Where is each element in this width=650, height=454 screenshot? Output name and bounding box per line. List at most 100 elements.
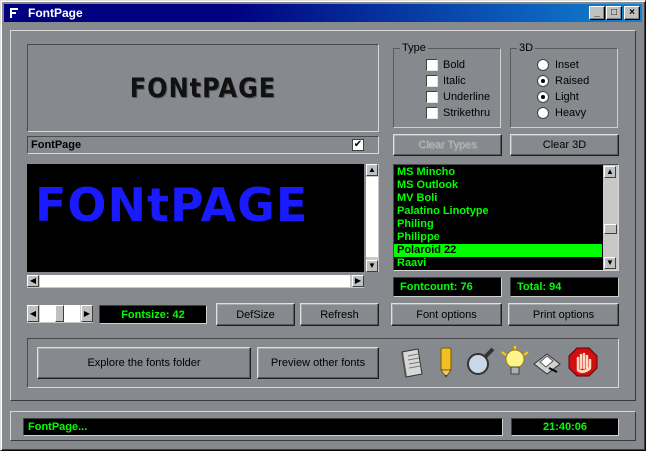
window-title: FontPage xyxy=(28,6,83,20)
list-item[interactable]: MS Outlook xyxy=(394,179,602,192)
3d-group-legend: 3D xyxy=(517,42,536,54)
list-item-selected[interactable]: Polaroid 22 xyxy=(394,244,602,257)
print-options-label: Print options xyxy=(532,308,595,321)
clear-types-button[interactable]: Clear Types xyxy=(393,134,502,156)
refresh-button[interactable]: Refresh xyxy=(300,303,379,326)
magnifier-icon[interactable] xyxy=(464,346,496,380)
total-display: Total: 94 xyxy=(510,277,619,297)
checkbox-box[interactable] xyxy=(426,75,438,87)
large-preview-text: FONtPAGE xyxy=(35,178,309,232)
refresh-label: Refresh xyxy=(320,308,359,321)
scroll-left-icon[interactable]: ◀ xyxy=(27,275,39,287)
fontsize-slider[interactable]: ◀ ▶ xyxy=(27,305,93,323)
explore-fonts-button[interactable]: Explore the fonts folder xyxy=(37,347,251,379)
status-message: FontPage... xyxy=(23,418,503,436)
light-radio[interactable]: Light xyxy=(537,91,579,103)
radio-dot[interactable] xyxy=(537,59,549,71)
italic-checkbox[interactable]: Italic xyxy=(426,75,466,87)
scroll-up-icon[interactable]: ▲ xyxy=(604,166,616,178)
large-preview: FONtPAGE xyxy=(27,164,364,272)
app-window: FontPage _ □ × FONtPAGE FontPage ✔ FONtP… xyxy=(0,0,646,451)
checkbox-box[interactable] xyxy=(426,107,438,119)
font-options-label: Font options xyxy=(416,308,477,321)
minimize-button[interactable]: _ xyxy=(589,6,605,20)
fontsize-text: Fontsize: 42 xyxy=(121,308,185,321)
explore-fonts-label: Explore the fonts folder xyxy=(87,357,201,369)
font-list[interactable]: MS Mincho MS Outlook MV Boli Palatino Li… xyxy=(393,164,619,271)
list-item[interactable]: Raavi xyxy=(394,257,602,270)
lightbulb-icon[interactable] xyxy=(499,346,531,380)
checkbox-box[interactable] xyxy=(426,91,438,103)
maximize-button[interactable]: □ xyxy=(606,6,622,20)
bold-checkbox[interactable]: Bold xyxy=(426,59,465,71)
checkbox-box[interactable] xyxy=(426,59,438,71)
stop-hand-icon[interactable] xyxy=(567,346,599,380)
type-group-legend: Type xyxy=(400,42,428,54)
bold-label: Bold xyxy=(443,59,466,71)
list-item[interactable]: MV Boli xyxy=(394,192,602,205)
slider-right-icon[interactable]: ▶ xyxy=(81,305,93,322)
raised-label: Raised xyxy=(555,75,590,87)
defsize-button[interactable]: DefSize xyxy=(216,303,295,326)
strikethru-checkbox[interactable]: Strikethru xyxy=(426,107,490,119)
status-message-text: FontPage... xyxy=(28,421,88,433)
3d-group: 3D Inset Raised Light Heavy xyxy=(510,42,618,128)
underline-checkbox[interactable]: Underline xyxy=(426,91,490,103)
scroll-up-icon[interactable]: ▲ xyxy=(366,164,378,176)
scroll-down-icon[interactable]: ▼ xyxy=(366,260,378,272)
radio-dot[interactable] xyxy=(537,107,549,119)
list-item[interactable]: Palatino Linotype xyxy=(394,205,602,218)
printer-icon[interactable] xyxy=(531,346,563,380)
radio-dot[interactable] xyxy=(537,91,549,103)
logo-text: FONtPAGE xyxy=(129,72,277,104)
scroll-right-icon[interactable]: ▶ xyxy=(352,275,364,287)
raised-radio[interactable]: Raised xyxy=(537,75,589,87)
clear-types-label: Clear Types xyxy=(418,139,477,151)
clear-3d-button[interactable]: Clear 3D xyxy=(510,134,619,156)
font-options-button[interactable]: Font options xyxy=(391,303,502,326)
scroll-down-icon[interactable]: ▼ xyxy=(604,257,616,269)
preview-other-fonts-button[interactable]: Preview other fonts xyxy=(257,347,379,379)
notepad-icon[interactable] xyxy=(396,346,428,380)
type-group: Type Bold Italic Underline Strikethru xyxy=(393,42,501,128)
radio-dot[interactable] xyxy=(537,75,549,87)
italic-label: Italic xyxy=(443,75,466,87)
close-button[interactable]: × xyxy=(624,6,640,20)
print-options-button[interactable]: Print options xyxy=(508,303,619,326)
preview-horizontal-scrollbar[interactable]: ◀ ▶ xyxy=(27,275,364,288)
heavy-radio[interactable]: Heavy xyxy=(537,107,586,119)
sample-text-checkbox[interactable]: ✔ xyxy=(352,139,364,151)
scroll-thumb[interactable] xyxy=(604,224,617,234)
fontsize-display: Fontsize: 42 xyxy=(99,305,207,324)
pencil-icon[interactable] xyxy=(431,346,463,380)
list-item[interactable]: MS Mincho xyxy=(394,166,602,179)
fontcount-display: Fontcount: 76 xyxy=(393,277,502,297)
light-label: Light xyxy=(555,91,579,103)
fontcount-text: Fontcount: 76 xyxy=(400,281,473,293)
sample-text-value: FontPage xyxy=(31,139,82,151)
defsize-label: DefSize xyxy=(236,308,275,321)
inset-radio[interactable]: Inset xyxy=(537,59,579,71)
total-text: Total: 94 xyxy=(517,281,562,293)
slider-thumb[interactable] xyxy=(55,305,64,322)
font-list-scrollbar[interactable]: ▲ ▼ xyxy=(603,165,618,270)
heavy-label: Heavy xyxy=(555,107,587,119)
list-item[interactable]: Philippe xyxy=(394,231,602,244)
list-item[interactable]: Philing xyxy=(394,218,602,231)
logo-preview: FONtPAGE xyxy=(27,44,379,132)
status-clock: 21:40:06 xyxy=(511,418,619,436)
sample-text-field[interactable]: FontPage ✔ xyxy=(27,136,379,154)
app-icon xyxy=(7,6,21,20)
title-bar[interactable]: FontPage _ □ × xyxy=(4,4,642,22)
slider-left-icon[interactable]: ◀ xyxy=(27,305,39,322)
scroll-thumb[interactable] xyxy=(40,275,350,287)
strikethru-label: Strikethru xyxy=(443,107,491,119)
inset-label: Inset xyxy=(555,59,579,71)
underline-label: Underline xyxy=(443,91,491,103)
clear-3d-label: Clear 3D xyxy=(542,139,587,151)
font-list-items: MS Mincho MS Outlook MV Boli Palatino Li… xyxy=(394,166,602,270)
scroll-thumb[interactable] xyxy=(366,177,378,257)
preview-vertical-scrollbar[interactable]: ▲ ▼ xyxy=(366,164,379,272)
status-clock-text: 21:40:06 xyxy=(542,421,588,433)
preview-other-fonts-label: Preview other fonts xyxy=(270,357,366,369)
